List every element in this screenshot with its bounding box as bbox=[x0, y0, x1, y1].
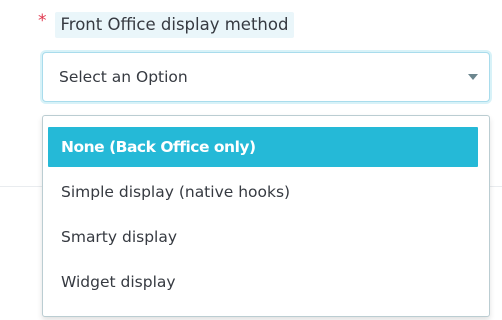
required-marker: * bbox=[38, 10, 47, 31]
display-method-label-text: Front Office display method bbox=[54, 12, 295, 38]
select-current-value: Select an Option bbox=[59, 68, 188, 86]
caret-down-icon[interactable] bbox=[468, 74, 478, 80]
display-method-dropdown: None (Back Office only) Simple display (… bbox=[42, 115, 490, 317]
option-simple-display[interactable]: Simple display (native hooks) bbox=[48, 172, 478, 212]
option-smarty-display[interactable]: Smarty display bbox=[48, 217, 478, 257]
display-method-label: * Front Office display method bbox=[38, 10, 295, 40]
display-method-form: * Front Office display method Select an … bbox=[0, 0, 502, 320]
option-none-back-office-only[interactable]: None (Back Office only) bbox=[48, 127, 478, 167]
display-method-select[interactable]: Select an Option bbox=[42, 52, 490, 102]
option-widget-display[interactable]: Widget display bbox=[48, 262, 478, 302]
